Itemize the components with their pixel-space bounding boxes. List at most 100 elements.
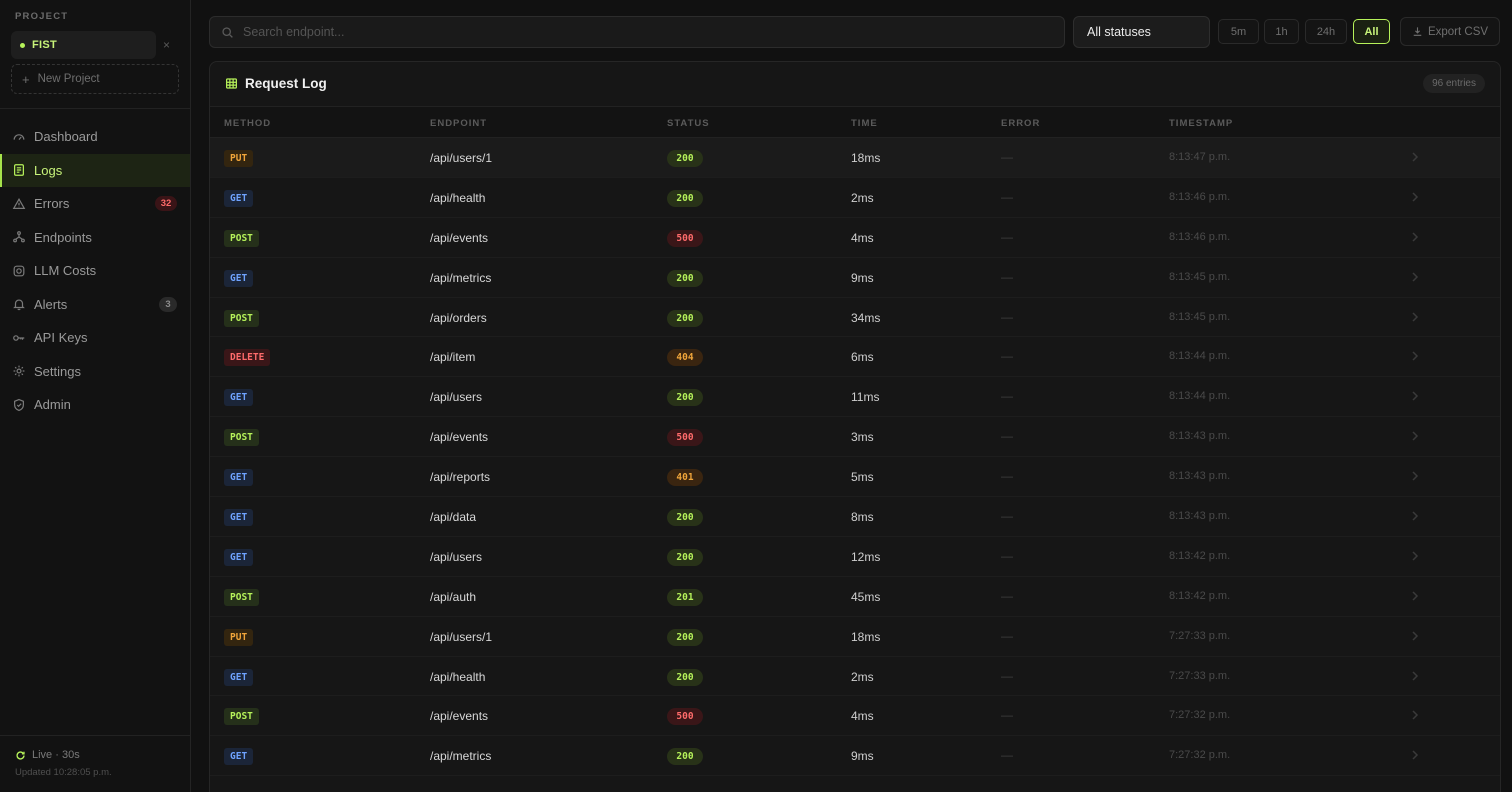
- time-cell: 12ms: [851, 549, 881, 564]
- table-row[interactable]: GET/api/health 200 2ms — 7:27:33 p.m.: [210, 657, 1500, 697]
- chevron-right-icon[interactable]: [1410, 670, 1420, 682]
- column-header-time[interactable]: TIME: [851, 118, 878, 129]
- table-row[interactable]: GET/api/metrics 200 9ms — 7:27:32 p.m.: [210, 736, 1500, 777]
- chevron-right-icon[interactable]: [1410, 390, 1420, 402]
- method-badge: PUT: [224, 150, 254, 167]
- column-header-timestamp[interactable]: TIMESTAMP: [1169, 118, 1233, 129]
- table-row[interactable]: GET/api/reports 401 5ms — 8:13:43 p.m.: [210, 457, 1500, 498]
- chevron-right-icon[interactable]: [1410, 470, 1420, 482]
- project-selector[interactable]: FIST: [11, 31, 156, 59]
- request-log-panel: Request Log 96 entries METHOD ENDPOINT S…: [209, 61, 1501, 792]
- endpoint-cell: /api/metrics: [430, 749, 492, 764]
- sidebar-item-label: Admin: [34, 397, 71, 413]
- search-icon: [222, 26, 233, 38]
- coin-icon: [13, 265, 25, 277]
- chevron-right-icon[interactable]: [1410, 590, 1420, 602]
- sidebar-item-alerts[interactable]: Alerts 3: [0, 288, 190, 322]
- column-header-error[interactable]: ERROR: [1001, 118, 1040, 129]
- chevron-right-icon[interactable]: [1410, 350, 1420, 362]
- time-cell: 5ms: [851, 470, 874, 485]
- method-badge: GET: [224, 269, 254, 287]
- error-cell: —: [1001, 708, 1013, 723]
- column-header-method[interactable]: METHOD: [224, 118, 271, 129]
- table-row[interactable]: POST/api/events 500 3ms — 8:13:43 p.m.: [210, 417, 1500, 458]
- status-badge: 404: [667, 349, 703, 367]
- sidebar-item-api-keys[interactable]: API Keys: [0, 321, 190, 355]
- endpoint-cell: /api/events: [430, 430, 489, 445]
- project-name: FIST: [32, 39, 58, 51]
- status-badge: 200: [667, 548, 703, 566]
- range-5m-button[interactable]: 5m: [1218, 19, 1259, 44]
- status-badge: 201: [667, 588, 703, 606]
- table-row[interactable]: GET/api/health 200 2ms — 8:13:46 p.m.: [210, 178, 1500, 218]
- chevron-right-icon[interactable]: [1410, 550, 1420, 562]
- chevron-right-icon[interactable]: [1410, 151, 1420, 163]
- table-row[interactable]: POST/api/events 500 4ms — 7:27:32 p.m.: [210, 696, 1500, 737]
- chevron-right-icon[interactable]: [1410, 510, 1420, 522]
- endpoint-cell: /api/reports: [430, 470, 491, 485]
- table-row[interactable]: GET/api/data 200 8ms — 8:13:43 p.m.: [210, 497, 1500, 537]
- chevron-right-icon[interactable]: [1410, 231, 1420, 243]
- table-row[interactable]: PUT/api/users/1 200 18ms — 7:27:33 p.m.: [210, 617, 1500, 657]
- timestamp-cell: 8:13:43 p.m.: [1169, 430, 1231, 443]
- method-badge: GET: [224, 748, 254, 766]
- sidebar-item-endpoints[interactable]: Endpoints: [0, 221, 190, 255]
- table-row[interactable]: POST/api/orders 200 34ms — 8:13:45 p.m.: [210, 298, 1500, 338]
- sidebar-item-errors[interactable]: Errors 32: [0, 187, 190, 221]
- sidebar-item-settings[interactable]: Settings: [0, 355, 190, 389]
- endpoint-cell: /api/users/1: [430, 151, 493, 165]
- endpoint-cell: /api/item: [430, 350, 476, 365]
- search-bar[interactable]: [209, 16, 1065, 48]
- endpoint-cell: /api/metrics: [430, 270, 492, 285]
- sidebar-item-dashboard[interactable]: Dashboard: [0, 120, 190, 154]
- sidebar-item-admin[interactable]: Admin: [0, 388, 190, 422]
- time-cell: 45ms: [851, 589, 881, 604]
- chevron-right-icon[interactable]: [1410, 630, 1420, 642]
- endpoint-cell: /api/data: [430, 510, 477, 525]
- error-cell: —: [1001, 588, 1013, 603]
- entries-count-badge: 96 entries: [1423, 74, 1485, 93]
- timestamp-cell: 7:27:32 p.m.: [1169, 709, 1231, 722]
- chevron-right-icon[interactable]: [1410, 311, 1420, 323]
- search-input[interactable]: [243, 25, 1023, 39]
- timestamp-cell: 8:13:47 p.m.: [1169, 151, 1231, 163]
- range-all-button[interactable]: All: [1353, 19, 1390, 44]
- table-row[interactable]: GET/api/users 200 11ms — 8:13:44 p.m.: [210, 377, 1500, 418]
- table-row[interactable]: PUT/api/users/1 200 18ms — 8:13:47 p.m.: [210, 138, 1500, 178]
- method-badge: GET: [224, 389, 254, 407]
- table-row[interactable]: POST/api/auth 201 45ms — 8:13:42 p.m.: [210, 577, 1500, 617]
- chevron-right-icon[interactable]: [1410, 709, 1420, 721]
- range-1h-button[interactable]: 1h: [1264, 19, 1299, 44]
- column-header-endpoint[interactable]: ENDPOINT: [430, 118, 487, 129]
- sidebar-item-logs[interactable]: Logs: [0, 153, 190, 187]
- status-filter-select[interactable]: All statuses: [1073, 16, 1210, 48]
- error-cell: —: [1001, 628, 1013, 643]
- time-cell: 8ms: [851, 510, 874, 525]
- sidebar-item-label: Endpoints: [34, 229, 92, 245]
- method-badge: POST: [224, 588, 259, 606]
- live-indicator[interactable]: Live · 30s: [15, 749, 80, 761]
- chevron-right-icon[interactable]: [1410, 749, 1420, 761]
- table-row[interactable]: POST/api/events 500 4ms — 8:13:46 p.m.: [210, 218, 1500, 258]
- status-badge: 200: [667, 668, 703, 686]
- chevron-right-icon[interactable]: [1410, 430, 1420, 442]
- export-csv-button[interactable]: Export CSV: [1400, 17, 1500, 46]
- status-badge: 500: [667, 429, 703, 447]
- sidebar-item-llm-costs[interactable]: LLM Costs: [0, 254, 190, 288]
- range-24h-button[interactable]: 24h: [1305, 19, 1347, 44]
- shield-icon: [14, 398, 24, 411]
- status-badge: 200: [667, 189, 703, 207]
- column-header-status[interactable]: STATUS: [667, 118, 710, 129]
- sidebar: PROJECT FIST × + New Project Dashboard L…: [0, 0, 191, 792]
- table-row[interactable]: DELETE/api/item 404 6ms — 8:13:44 p.m.: [210, 337, 1500, 378]
- chevron-right-icon[interactable]: [1410, 191, 1420, 203]
- time-cell: 3ms: [851, 430, 874, 445]
- new-project-button[interactable]: + New Project: [11, 64, 179, 94]
- table-body: PUT/api/users/1 200 18ms — 8:13:47 p.m. GET/a…: [210, 138, 1500, 777]
- export-csv-label: Export CSV: [1427, 25, 1489, 38]
- table-row[interactable]: GET/api/users 200 12ms — 8:13:42 p.m.: [210, 537, 1500, 577]
- table-row[interactable]: GET/api/metrics 200 9ms — 8:13:45 p.m.: [210, 258, 1500, 298]
- close-project-icon[interactable]: ×: [163, 38, 170, 52]
- panel-header: Request Log 96 entries: [210, 62, 1500, 107]
- chevron-right-icon[interactable]: [1410, 271, 1420, 283]
